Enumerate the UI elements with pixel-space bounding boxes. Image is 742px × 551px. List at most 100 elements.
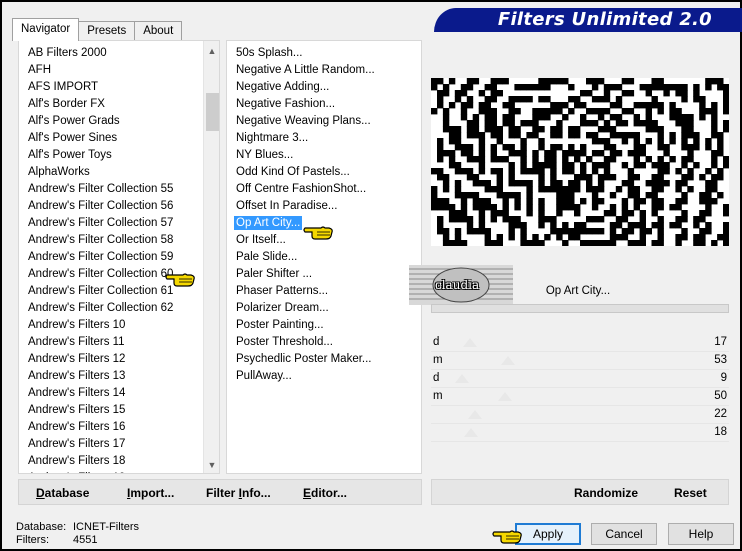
filter-item-label: Poster Painting... (236, 319, 324, 331)
filter-info-button[interactable]: Filter Info... (206, 486, 271, 500)
selected-filter-name: Op Art City... (545, 285, 611, 297)
slider-value: 18 (714, 426, 727, 438)
slider-label: m (433, 390, 443, 402)
title-banner: Filters Unlimited 2.0 (434, 8, 742, 32)
category-item[interactable]: AFH (19, 62, 203, 79)
pointing-hand-icon (165, 273, 195, 287)
filter-item[interactable]: Negative Weaving Plans... (227, 113, 421, 130)
filter-item[interactable]: Paler Shifter ... (227, 266, 421, 283)
filter-item-label: Pale Slide... (236, 251, 298, 263)
reset-button[interactable]: Reset (674, 486, 707, 500)
slider-value: 53 (714, 354, 727, 366)
filter-item[interactable]: Poster Painting... (227, 317, 421, 334)
apply-button[interactable]: Apply (515, 523, 581, 545)
category-item[interactable]: Andrew's Filters 18 (19, 453, 203, 470)
category-item[interactable]: Alf's Power Grads (19, 113, 203, 130)
category-item[interactable]: Andrew's Filter Collection 57 (19, 215, 203, 232)
pointing-hand-icon (492, 530, 522, 544)
category-scrollbar[interactable]: ▲ ▼ (203, 41, 219, 473)
category-item[interactable]: Andrew's Filters 11 (19, 334, 203, 351)
filter-item-label: Phaser Patterns... (236, 285, 329, 297)
filter-item-label: PullAway... (236, 370, 292, 382)
slider-thumb[interactable] (501, 356, 516, 365)
tab-navigator[interactable]: Navigator (12, 18, 80, 41)
tab-about[interactable]: About (134, 21, 183, 41)
database-button[interactable]: Database (36, 486, 89, 500)
watermark-text: claudia (435, 278, 480, 292)
slider-label: m (433, 354, 443, 366)
import-button[interactable]: Import... (127, 486, 174, 500)
filter-item[interactable]: Off Centre FashionShot... (227, 181, 421, 198)
filter-item[interactable]: Poster Threshold... (227, 334, 421, 351)
editor-button[interactable]: Editor... (303, 486, 347, 500)
category-item[interactable]: Andrew's Filter Collection 55 (19, 181, 203, 198)
filter-item[interactable]: Psychedlic Poster Maker... (227, 351, 421, 368)
filter-info-button-prefix: Filter (206, 486, 239, 500)
filter-item-label: Negative Adding... (236, 81, 330, 93)
category-item[interactable]: Andrew's Filters 19 (19, 470, 203, 473)
filter-item[interactable]: Negative Fashion... (227, 96, 421, 113)
category-item[interactable]: Alf's Border FX (19, 96, 203, 113)
scroll-down-arrow-icon[interactable]: ▼ (204, 457, 220, 473)
slider-value: 22 (714, 408, 727, 420)
filter-item[interactable]: Negative A Little Random... (227, 62, 421, 79)
slider-label: d (433, 372, 440, 384)
filter-item[interactable]: Nightmare 3... (227, 130, 421, 147)
slider-thumb[interactable] (464, 428, 479, 437)
filter-item[interactable]: Offset In Paradise... (227, 198, 421, 215)
category-item[interactable]: Andrew's Filters 10 (19, 317, 203, 334)
category-item[interactable]: Andrew's Filters 13 (19, 368, 203, 385)
category-item[interactable]: AlphaWorks (19, 164, 203, 181)
filter-list: 50s Splash... Negative A Little Random...… (227, 45, 421, 385)
category-item[interactable]: Andrew's Filter Collection 62 (19, 300, 203, 317)
slider-thumb[interactable] (454, 374, 469, 383)
filter-item-label: Nightmare 3... (236, 132, 309, 144)
filter-item-label: 50s Splash... (236, 47, 303, 59)
filter-list-panel: 50s Splash... Negative A Little Random...… (226, 40, 422, 474)
filter-item[interactable]: Odd Kind Of Pastels... (227, 164, 421, 181)
category-item[interactable]: Andrew's Filters 15 (19, 402, 203, 419)
tab-presets[interactable]: Presets (78, 21, 136, 41)
filter-item[interactable]: Negative Adding... (227, 79, 421, 96)
filter-item[interactable]: Polarizer Dream... (227, 300, 421, 317)
scroll-thumb[interactable] (206, 93, 219, 131)
slider-thumb[interactable] (468, 410, 483, 419)
filter-item[interactable]: Phaser Patterns... (227, 283, 421, 300)
database-button-mnemonic: D (36, 486, 45, 500)
filter-item[interactable]: 50s Splash... (227, 45, 421, 62)
category-item[interactable]: AB Filters 2000 (19, 45, 203, 62)
parameter-slider[interactable]: 22 (431, 406, 729, 424)
category-item[interactable]: Alf's Power Sines (19, 130, 203, 147)
status-info: Database: ICNET-Filters Filters: 4551 (16, 521, 139, 547)
filter-item[interactable]: NY Blues... (227, 147, 421, 164)
filter-item-label: Polarizer Dream... (236, 302, 329, 314)
parameter-slider[interactable]: m 53 (431, 352, 729, 370)
filter-item[interactable]: PullAway... (227, 368, 421, 385)
category-item[interactable]: Andrew's Filter Collection 59 (19, 249, 203, 266)
category-item[interactable]: AFS IMPORT (19, 79, 203, 96)
category-item[interactable]: Andrew's Filters 14 (19, 385, 203, 402)
category-item[interactable]: Alf's Power Toys (19, 147, 203, 164)
claudia-watermark: claudia (409, 265, 513, 305)
category-item[interactable]: Andrew's Filter Collection 58 (19, 232, 203, 249)
database-button-label: atabase (44, 486, 90, 500)
import-button-label: mport... (130, 486, 175, 500)
filter-item[interactable]: Pale Slide... (227, 249, 421, 266)
parameter-slider[interactable]: d 17 (431, 334, 729, 352)
category-item[interactable]: Andrew's Filter Collection 56 (19, 198, 203, 215)
parameter-slider[interactable]: 18 (431, 424, 729, 442)
filter-item-label: Offset In Paradise... (236, 200, 338, 212)
category-item[interactable]: Andrew's Filters 16 (19, 419, 203, 436)
scroll-up-arrow-icon[interactable]: ▲ (204, 43, 220, 59)
randomize-button[interactable]: Randomize (574, 486, 638, 500)
help-button[interactable]: Help (668, 523, 734, 545)
parameter-slider[interactable]: d9 (431, 370, 729, 388)
slider-value: 17 (714, 336, 727, 348)
cancel-button[interactable]: Cancel (591, 523, 657, 545)
category-item[interactable]: Andrew's Filters 17 (19, 436, 203, 453)
category-item[interactable]: Andrew's Filters 12 (19, 351, 203, 368)
category-list-panel: AB Filters 2000 AFH AFS IMPORT Alf's Border… (18, 40, 220, 474)
parameter-slider[interactable]: m 50 (431, 388, 729, 406)
slider-thumb[interactable] (463, 338, 477, 347)
slider-thumb[interactable] (497, 392, 512, 401)
